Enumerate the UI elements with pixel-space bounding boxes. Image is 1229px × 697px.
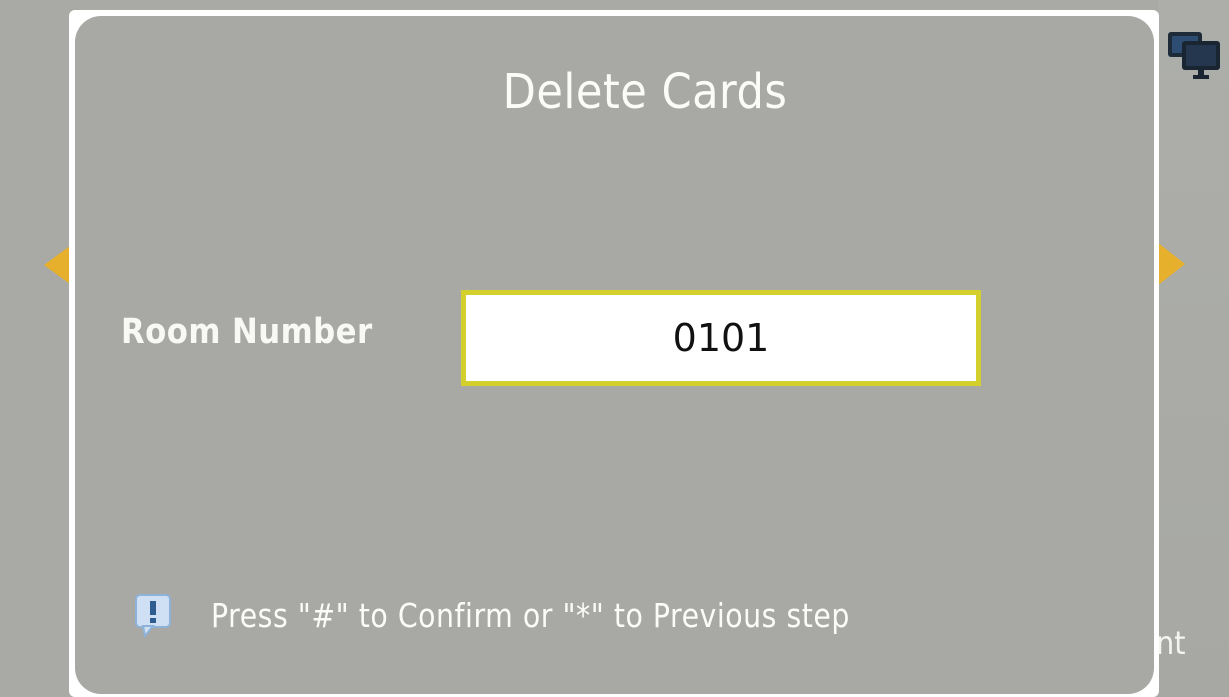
dialog-title: Delete Cards bbox=[502, 64, 788, 120]
delete-cards-dialog: Delete Cards Room Number 0101 Press "#" … bbox=[75, 16, 1154, 694]
background-menu-text: nt bbox=[1156, 624, 1186, 662]
arrow-right-icon[interactable] bbox=[1157, 242, 1185, 286]
info-speech-bubble-icon bbox=[135, 594, 171, 639]
background-panel bbox=[1158, 0, 1229, 697]
hint-row: Press "#" to Confirm or "*" to Previous … bbox=[133, 590, 954, 640]
room-number-input[interactable]: 0101 bbox=[461, 290, 981, 386]
screen: nt Delete Cards Room Number 0101 Press "… bbox=[0, 0, 1229, 697]
room-number-label: Room Number bbox=[121, 312, 373, 352]
monitors-icon[interactable] bbox=[1166, 28, 1222, 80]
hint-text: Press "#" to Confirm or "*" to Previous … bbox=[211, 595, 850, 635]
